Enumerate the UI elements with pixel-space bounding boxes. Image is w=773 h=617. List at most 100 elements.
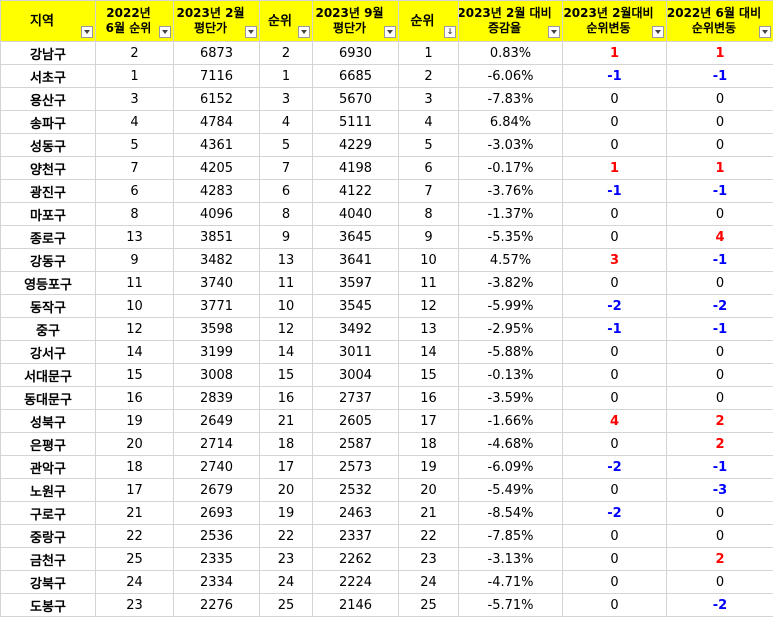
table-cell[interactable]: 0	[667, 203, 773, 226]
table-cell[interactable]: 15	[399, 364, 459, 387]
table-cell[interactable]: -0.13%	[459, 364, 563, 387]
table-cell[interactable]: -2	[563, 295, 667, 318]
table-cell[interactable]: -2	[667, 295, 773, 318]
table-cell[interactable]: 2737	[313, 387, 399, 410]
table-cell[interactable]: 3011	[313, 341, 399, 364]
table-cell[interactable]: 13	[260, 249, 313, 272]
table-cell[interactable]: 18	[399, 433, 459, 456]
table-cell[interactable]: 17	[96, 479, 174, 502]
table-cell[interactable]: 종로구	[1, 226, 96, 249]
table-cell[interactable]: 2536	[174, 525, 260, 548]
table-cell[interactable]: 23	[260, 548, 313, 571]
table-cell[interactable]: 25	[260, 594, 313, 617]
table-cell[interactable]: 2	[260, 42, 313, 65]
table-cell[interactable]: 10	[96, 295, 174, 318]
table-cell[interactable]: 2	[96, 42, 174, 65]
table-cell[interactable]: -3.76%	[459, 180, 563, 203]
table-cell[interactable]: 3492	[313, 318, 399, 341]
table-cell[interactable]: -5.88%	[459, 341, 563, 364]
table-cell[interactable]: -3	[667, 479, 773, 502]
table-cell[interactable]: 광진구	[1, 180, 96, 203]
table-cell[interactable]: 4283	[174, 180, 260, 203]
table-cell[interactable]: 3008	[174, 364, 260, 387]
table-cell[interactable]: -3.59%	[459, 387, 563, 410]
table-cell[interactable]: 12	[96, 318, 174, 341]
table-cell[interactable]: -1	[667, 249, 773, 272]
table-cell[interactable]: 13	[399, 318, 459, 341]
table-cell[interactable]: 7	[260, 157, 313, 180]
table-cell[interactable]: 19	[260, 502, 313, 525]
filter-dropdown-icon[interactable]	[81, 26, 93, 38]
table-cell[interactable]: 9	[96, 249, 174, 272]
table-cell[interactable]: 0	[667, 387, 773, 410]
table-cell[interactable]: 22	[96, 525, 174, 548]
table-cell[interactable]: 3	[563, 249, 667, 272]
table-cell[interactable]: -1	[667, 456, 773, 479]
table-cell[interactable]: 0	[563, 226, 667, 249]
table-cell[interactable]: 2	[667, 548, 773, 571]
table-cell[interactable]: 0	[563, 341, 667, 364]
table-cell[interactable]: 2740	[174, 456, 260, 479]
table-cell[interactable]: 4205	[174, 157, 260, 180]
table-cell[interactable]: 0	[563, 134, 667, 157]
table-cell[interactable]: -4.71%	[459, 571, 563, 594]
table-cell[interactable]: 0	[667, 341, 773, 364]
table-cell[interactable]: 3740	[174, 272, 260, 295]
table-cell[interactable]: 6	[399, 157, 459, 180]
table-cell[interactable]: 3199	[174, 341, 260, 364]
table-cell[interactable]: 1	[563, 157, 667, 180]
table-cell[interactable]: 7	[399, 180, 459, 203]
table-cell[interactable]: 2693	[174, 502, 260, 525]
table-cell[interactable]: -5.71%	[459, 594, 563, 617]
table-cell[interactable]: 양천구	[1, 157, 96, 180]
table-cell[interactable]: 3	[399, 88, 459, 111]
table-cell[interactable]: 4	[563, 410, 667, 433]
filter-dropdown-icon[interactable]	[245, 26, 257, 38]
table-cell[interactable]: 12	[260, 318, 313, 341]
table-cell[interactable]: 동대문구	[1, 387, 96, 410]
table-cell[interactable]: 7	[96, 157, 174, 180]
table-cell[interactable]: 6685	[313, 65, 399, 88]
table-cell[interactable]: 2262	[313, 548, 399, 571]
table-cell[interactable]: 6930	[313, 42, 399, 65]
table-cell[interactable]: 25	[96, 548, 174, 571]
table-cell[interactable]: 2337	[313, 525, 399, 548]
table-cell[interactable]: 3482	[174, 249, 260, 272]
table-cell[interactable]: 0	[563, 479, 667, 502]
table-cell[interactable]: 0	[667, 571, 773, 594]
table-cell[interactable]: 21	[96, 502, 174, 525]
table-cell[interactable]: 1	[399, 42, 459, 65]
table-cell[interactable]: 3641	[313, 249, 399, 272]
table-cell[interactable]: 8	[260, 203, 313, 226]
sort-filter-icon[interactable]: ↓	[444, 26, 456, 38]
table-cell[interactable]: 5	[96, 134, 174, 157]
table-cell[interactable]: 5670	[313, 88, 399, 111]
table-cell[interactable]: -1	[667, 65, 773, 88]
table-cell[interactable]: 4784	[174, 111, 260, 134]
table-cell[interactable]: 3771	[174, 295, 260, 318]
table-cell[interactable]: 0.83%	[459, 42, 563, 65]
table-cell[interactable]: 0	[563, 525, 667, 548]
table-cell[interactable]: 강서구	[1, 341, 96, 364]
table-cell[interactable]: 도봉구	[1, 594, 96, 617]
table-cell[interactable]: 20	[96, 433, 174, 456]
table-cell[interactable]: 18	[260, 433, 313, 456]
table-cell[interactable]: 2	[667, 433, 773, 456]
table-cell[interactable]: 2573	[313, 456, 399, 479]
table-cell[interactable]: 16	[399, 387, 459, 410]
table-cell[interactable]: 2335	[174, 548, 260, 571]
table-cell[interactable]: 13	[96, 226, 174, 249]
table-cell[interactable]: -2	[667, 594, 773, 617]
table-cell[interactable]: 2463	[313, 502, 399, 525]
table-cell[interactable]: -3.03%	[459, 134, 563, 157]
table-cell[interactable]: 1	[260, 65, 313, 88]
table-cell[interactable]: 영등포구	[1, 272, 96, 295]
filter-dropdown-icon[interactable]	[548, 26, 560, 38]
table-cell[interactable]: 23	[96, 594, 174, 617]
table-cell[interactable]: 0	[563, 548, 667, 571]
table-cell[interactable]: -2	[563, 456, 667, 479]
table-cell[interactable]: -0.17%	[459, 157, 563, 180]
table-cell[interactable]: 22	[399, 525, 459, 548]
table-cell[interactable]: -5.49%	[459, 479, 563, 502]
table-cell[interactable]: 강남구	[1, 42, 96, 65]
